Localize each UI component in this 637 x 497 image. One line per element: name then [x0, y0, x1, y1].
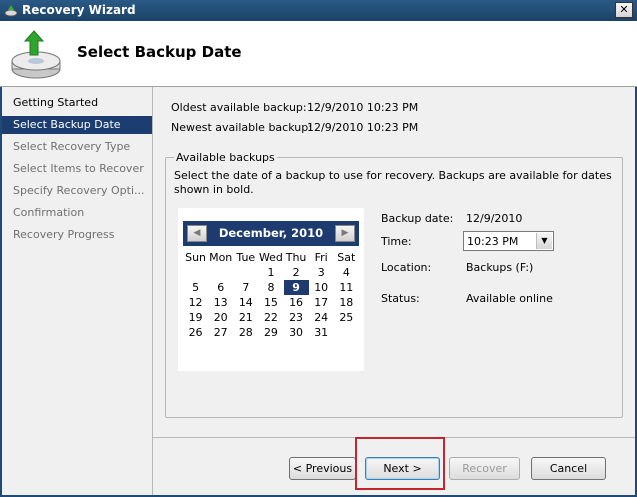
calendar-week-row: 1234: [183, 265, 359, 280]
calendar-day[interactable]: 25: [334, 310, 359, 325]
page-title: Select Backup Date: [77, 43, 242, 61]
backup-calendar: ◀ December, 2010 ▶ Sun Mon Tue Wed Thu Fri Sat…: [178, 208, 364, 371]
calendar-day[interactable]: 5: [183, 280, 208, 295]
available-backups-title: Available backups: [174, 151, 277, 164]
calendar-day[interactable]: 15: [258, 295, 283, 310]
calendar-day[interactable]: 11: [334, 280, 359, 295]
recover-button[interactable]: Recover: [449, 457, 520, 480]
weekday-header: Thu: [285, 251, 307, 264]
step-select-items: Select Items to Recover: [13, 162, 144, 175]
calendar-day[interactable]: 14: [233, 295, 258, 310]
calendar-day[interactable]: 19: [183, 310, 208, 325]
location-label: Location:: [381, 261, 432, 274]
calendar-day[interactable]: 23: [284, 310, 309, 325]
calendar-day[interactable]: 4: [334, 265, 359, 280]
calendar-grid: Sun Mon Tue Wed Thu Fri Sat 1 2 3 4 5 6 7 8 9 10 11 12 13 1…: [183, 250, 359, 340]
step-confirmation: Confirmation: [13, 206, 85, 219]
status-label: Status:: [381, 292, 420, 305]
calendar-day[interactable]: 20: [208, 310, 233, 325]
calendar-day[interactable]: 17: [309, 295, 334, 310]
calendar-empty-cell: [208, 265, 233, 280]
previous-month-button[interactable]: ◀: [187, 225, 207, 242]
calendar-month: December, 2010: [218, 226, 324, 240]
step-select-recovery-type: Select Recovery Type: [13, 140, 131, 153]
weekday-header: Wed: [258, 251, 283, 264]
calendar-day[interactable]: 12: [183, 295, 208, 310]
previous-button[interactable]: < Previous: [289, 457, 356, 480]
step-recovery-progress: Recovery Progress: [13, 228, 115, 241]
backup-drive-icon: [11, 30, 61, 79]
recovery-wizard-icon: [4, 5, 18, 17]
calendar-day[interactable]: 13: [208, 295, 233, 310]
main-content: Oldest available backup: 12/9/2010 10:23…: [152, 87, 635, 437]
calendar-day[interactable]: 16: [284, 295, 309, 310]
oldest-backup-value: 12/9/2010 10:23 PM: [307, 101, 419, 114]
calendar-day[interactable]: 27: [208, 325, 233, 340]
next-button-highlight: [355, 437, 445, 490]
close-button[interactable]: ✕: [615, 2, 633, 18]
available-backups-group: Available backups Select the date of a b…: [165, 151, 623, 418]
calendar-day[interactable]: 7: [233, 280, 258, 295]
calendar-empty-cell: [334, 325, 359, 340]
calendar-day[interactable]: 18: [334, 295, 359, 310]
calendar-day[interactable]: 2: [284, 265, 309, 280]
oldest-backup-label: Oldest available backup:: [171, 101, 307, 114]
chevron-down-icon[interactable]: ▼: [536, 233, 552, 249]
backup-date-label: Backup date:: [381, 212, 454, 225]
wizard-steps: Getting Started Select Backup Date Selec…: [2, 87, 152, 495]
calendar-day[interactable]: 30: [284, 325, 309, 340]
status-value: Available online: [466, 292, 553, 305]
calendar-weekday-row: Sun Mon Tue Wed Thu Fri Sat: [183, 250, 359, 265]
calendar-day[interactable]: 29: [258, 325, 283, 340]
calendar-week-row: 26 27 28 29 30 31: [183, 325, 359, 340]
time-label: Time:: [381, 235, 412, 248]
calendar-day[interactable]: 21: [233, 310, 258, 325]
wizard-header: Select Backup Date: [0, 21, 637, 87]
calendar-day[interactable]: 28: [233, 325, 258, 340]
calendar-empty-cell: [183, 265, 208, 280]
calendar-week-row: 19 20 21 22 23 24 25: [183, 310, 359, 325]
newest-backup-label: Newest available backup:: [171, 121, 312, 134]
time-dropdown[interactable]: 10:23 PM ▼: [463, 231, 554, 251]
window-title: Recovery Wizard: [22, 3, 136, 17]
calendar-day[interactable]: 31: [309, 325, 334, 340]
calendar-day[interactable]: 24: [309, 310, 334, 325]
step-select-backup-date: Select Backup Date: [2, 116, 152, 134]
available-backups-description: Select the date of a backup to use for r…: [174, 169, 612, 196]
weekday-header: Sun: [185, 251, 207, 264]
newest-backup-value: 12/9/2010 10:23 PM: [307, 121, 419, 134]
calendar-day-selected[interactable]: 9: [283, 280, 309, 295]
step-getting-started: Getting Started: [13, 96, 99, 109]
time-dropdown-value: 10:23 PM: [467, 235, 519, 248]
calendar-day[interactable]: 10: [309, 280, 334, 295]
location-value: Backups (F:): [466, 261, 534, 274]
calendar-day[interactable]: 8: [258, 280, 283, 295]
backup-date-value: 12/9/2010: [466, 212, 523, 225]
weekday-header: Sat: [337, 251, 356, 264]
calendar-week-row: 12 13 14 15 16 17 18: [183, 295, 359, 310]
weekday-header: Mon: [209, 251, 233, 264]
step-recovery-options: Specify Recovery Opti...: [13, 184, 145, 197]
title-bar: Recovery Wizard ✕: [0, 0, 637, 21]
calendar-day[interactable]: 26: [183, 325, 208, 340]
calendar-day[interactable]: 3: [309, 265, 334, 280]
weekday-header: Tue: [236, 251, 256, 264]
next-month-button[interactable]: ▶: [335, 225, 355, 242]
calendar-header: ◀ December, 2010 ▶: [183, 221, 359, 246]
calendar-week-row: 5 6 7 8 9 10 11: [183, 280, 359, 295]
calendar-day[interactable]: 22: [258, 310, 283, 325]
calendar-empty-cell: [233, 265, 258, 280]
calendar-day[interactable]: 1: [258, 265, 283, 280]
calendar-day[interactable]: 6: [208, 280, 233, 295]
weekday-header: Fri: [314, 251, 328, 264]
cancel-button[interactable]: Cancel: [531, 457, 606, 480]
